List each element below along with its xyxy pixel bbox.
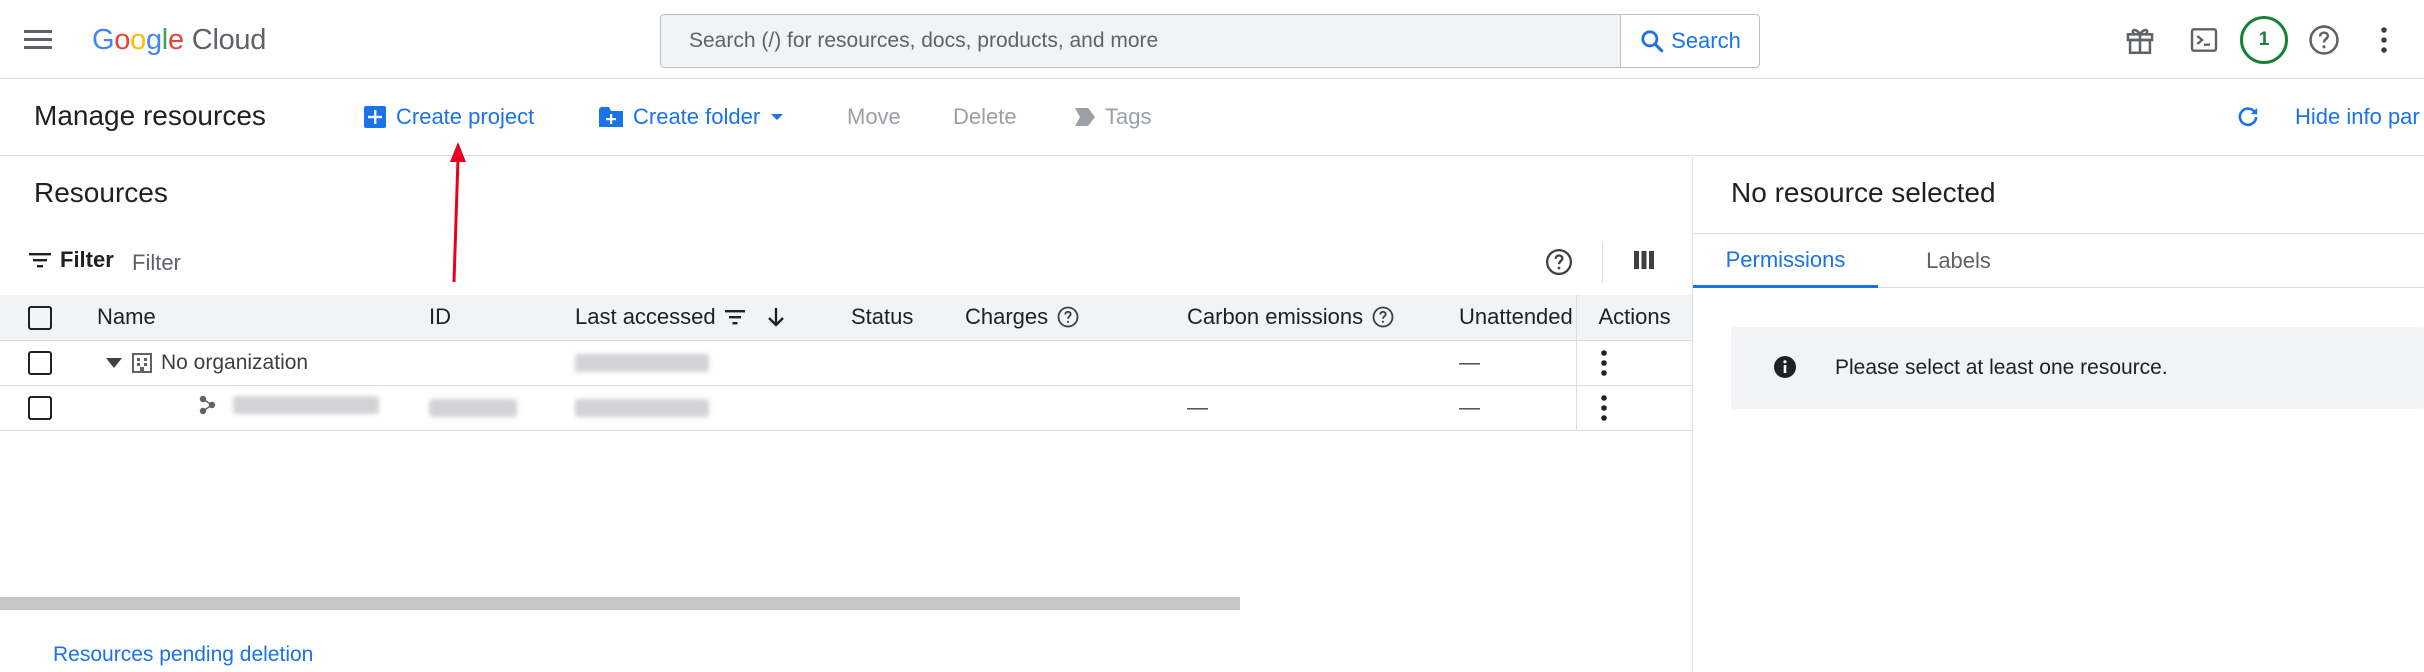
logo-product: Cloud <box>191 23 267 56</box>
move-label: Move <box>847 104 901 129</box>
chevron-down-icon <box>771 114 784 120</box>
move-button[interactable]: Move <box>847 104 901 130</box>
terminal-icon[interactable] <box>2178 14 2230 66</box>
header-actions: 1 <box>2114 14 2410 66</box>
column-header-status[interactable]: Status <box>836 295 950 341</box>
delete-button[interactable]: Delete <box>953 104 1017 130</box>
info-message: Please select at least one resource. <box>1835 356 2168 379</box>
help-icon[interactable] <box>1544 247 1574 282</box>
google-cloud-logo[interactable]: Go o g l e Cloud <box>92 20 266 60</box>
row-carbon: — <box>1172 385 1444 431</box>
filter-input[interactable] <box>132 245 732 281</box>
tab-permissions[interactable]: Permissions <box>1693 234 1878 288</box>
delete-label: Delete <box>953 104 1017 129</box>
toolbar-divider <box>1602 243 1603 283</box>
search-button[interactable]: Search <box>1620 15 1759 67</box>
help-icon[interactable] <box>1371 305 1395 329</box>
tags-button[interactable]: Tags <box>1075 104 1151 130</box>
hide-info-panel-label: Hide info par <box>2295 104 2420 129</box>
create-project-button[interactable]: Create project <box>364 104 534 130</box>
resources-pending-deletion-link[interactable]: Resources pending deletion <box>53 643 313 667</box>
select-all-checkbox[interactable] <box>28 306 52 331</box>
table-row[interactable]: — — <box>0 385 1692 431</box>
gift-icon[interactable] <box>2114 14 2166 66</box>
logo-letter: o <box>130 23 146 56</box>
tab-labels[interactable]: Labels <box>1886 234 2031 288</box>
more-vert-icon[interactable] <box>1599 349 1609 377</box>
table-header-row: Name ID Last accessed Status Charges Car… <box>0 295 1692 341</box>
help-icon[interactable] <box>2298 14 2350 66</box>
help-icon[interactable] <box>1056 305 1080 329</box>
hide-info-panel-button[interactable]: Hide info par <box>2295 104 2420 130</box>
info-icon <box>1774 356 1796 378</box>
create-folder-label: Create folder <box>633 104 761 129</box>
redacted-text <box>233 395 379 414</box>
tags-label: Tags <box>1105 104 1152 129</box>
charges-label: Charges <box>965 304 1049 330</box>
page-title: Manage resources <box>34 100 266 131</box>
more-vert-icon[interactable] <box>1599 394 1609 422</box>
logo-letter: g <box>145 23 162 56</box>
column-header-charges[interactable]: Charges <box>950 295 1172 341</box>
row-unattended: — <box>1444 385 1577 431</box>
column-header-unattended[interactable]: Unattended <box>1444 295 1577 341</box>
row-checkbox[interactable] <box>28 395 52 420</box>
info-message-box: Please select at least one resource. <box>1731 327 2424 409</box>
create-project-label: Create project <box>396 104 535 129</box>
column-header-actions: Actions <box>1576 295 1692 341</box>
search-icon <box>1641 30 1664 53</box>
search-bar: Search <box>660 14 1760 68</box>
resources-table: Name ID Last accessed Status Charges Car… <box>0 295 1692 431</box>
action-bar: Manage resources Create project Create f… <box>0 80 2424 156</box>
column-header-last-accessed[interactable]: Last accessed <box>560 295 836 341</box>
filter-button[interactable]: Filter <box>28 247 114 273</box>
column-display-icon[interactable] <box>1633 249 1655 276</box>
carbon-label: Carbon emissions <box>1187 304 1364 330</box>
row-unattended: — <box>1444 340 1577 386</box>
logo-letter: e <box>167 23 184 56</box>
row-id <box>414 340 560 386</box>
column-header-carbon-emissions[interactable]: Carbon emissions <box>1172 295 1444 341</box>
table-row[interactable]: No organization — <box>0 340 1692 386</box>
arrow-down-icon[interactable] <box>764 305 788 329</box>
notification-count-badge: 1 <box>2240 16 2288 64</box>
search-input[interactable] <box>661 15 1620 67</box>
tag-icon <box>1075 108 1095 126</box>
info-panel-title: No resource selected <box>1731 177 1996 208</box>
create-folder-button[interactable]: Create folder <box>599 104 784 130</box>
create-folder-icon <box>599 107 623 127</box>
row-name: No organization <box>161 350 309 374</box>
last-accessed-label: Last accessed <box>575 304 716 330</box>
top-bar: GoogleCloud Search 1 <box>0 0 2424 79</box>
horizontal-scrollbar[interactable] <box>0 597 1240 610</box>
redacted-text <box>575 353 709 372</box>
info-panel-tabs: Permissions Labels <box>1693 233 2424 288</box>
sort-filter-icon <box>724 310 745 325</box>
column-header-id[interactable]: ID <box>414 295 560 341</box>
resources-panel: Resources Filter Name ID Last accessed <box>0 157 1692 672</box>
column-header-name[interactable]: Name <box>82 295 414 341</box>
notifications-button[interactable]: 1 <box>2238 14 2290 66</box>
filter-icon <box>29 253 51 268</box>
info-panel: No resource selected Permissions Labels … <box>1692 157 2424 672</box>
logo-letter: o <box>114 23 131 56</box>
filter-label: Filter <box>60 247 114 272</box>
organization-icon <box>132 352 152 373</box>
project-icon <box>199 395 216 414</box>
row-checkbox[interactable] <box>28 350 52 375</box>
menu-icon[interactable] <box>22 24 56 56</box>
redacted-text <box>575 398 709 417</box>
logo-letter: G <box>92 23 115 56</box>
add-box-icon <box>364 106 386 128</box>
resources-title: Resources <box>34 177 168 208</box>
redacted-text <box>429 398 517 417</box>
refresh-icon[interactable] <box>2235 104 2261 130</box>
filter-bar: Filter <box>0 239 1692 287</box>
row-carbon <box>1172 340 1444 386</box>
search-button-label: Search <box>1671 28 1741 53</box>
expand-arrow-icon[interactable] <box>105 357 123 369</box>
more-vert-icon[interactable] <box>2358 14 2410 66</box>
